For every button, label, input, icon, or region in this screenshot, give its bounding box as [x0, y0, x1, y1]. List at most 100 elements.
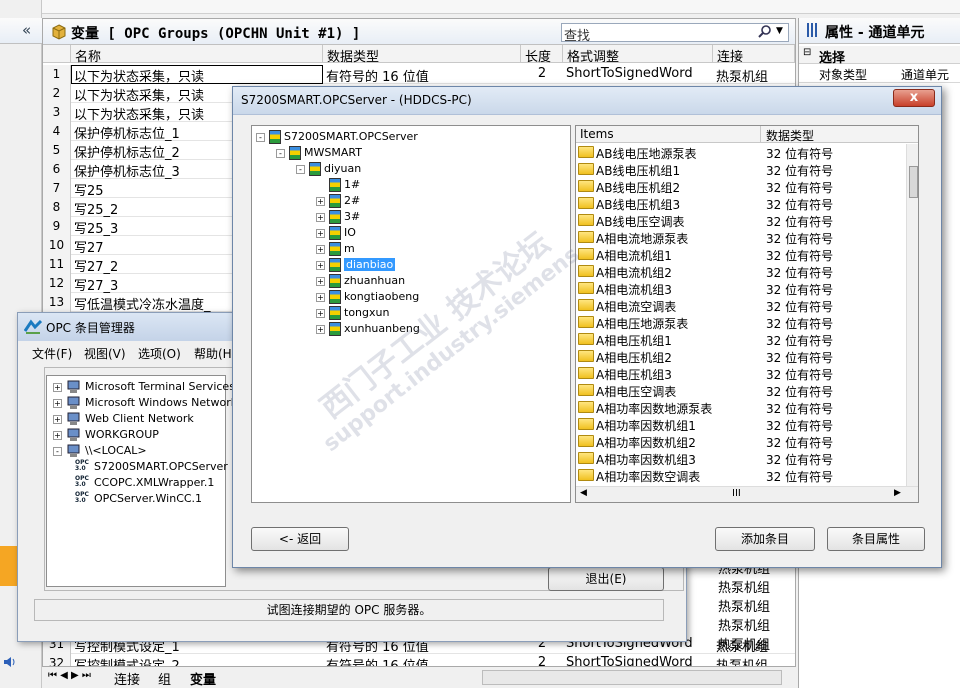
tree-node-label[interactable]: zhuanhuan: [344, 274, 405, 287]
connection-cell[interactable]: 热泵机组: [713, 65, 795, 84]
tree-node-label[interactable]: IO: [344, 226, 356, 239]
item-properties-button[interactable]: 条目属性: [827, 527, 925, 551]
item-name[interactable]: A相功率因数机组3: [596, 451, 696, 468]
item-row[interactable]: A相电流机组3 32 位有符号: [578, 280, 908, 297]
scroll-right-icon[interactable]: ▶: [894, 488, 901, 498]
tab-nav-arrows-icon[interactable]: ⏮ ◀ ▶ ⏭: [48, 670, 91, 681]
name-cell[interactable]: 以下为状态采集，只读: [71, 65, 323, 84]
tree-node[interactable]: + kongtiaobeng: [316, 290, 419, 304]
expand-icon[interactable]: +: [316, 260, 325, 270]
expand-icon[interactable]: +: [316, 292, 325, 302]
item-name[interactable]: A相功率因数机组2: [596, 434, 696, 451]
item-name[interactable]: AB线电压机组1: [596, 162, 680, 179]
tree-node-label[interactable]: MWSMART: [304, 146, 362, 159]
selected-nav-item[interactable]: [0, 546, 18, 586]
item-row[interactable]: A相电流空调表 32 位有符号: [578, 297, 908, 314]
tree-node-label[interactable]: S7200SMART.OPCServer: [284, 130, 418, 143]
item-row[interactable]: A相电流地源泵表 32 位有符号: [578, 229, 908, 246]
table-row[interactable]: 1 以下为状态采集，只读 有符号的 16 位值 2 ShortToSignedWord 热…: [43, 65, 795, 84]
search-dropdown-icon[interactable]: ▼: [776, 26, 783, 36]
scroll-grip[interactable]: III: [732, 488, 741, 499]
tree-node[interactable]: - S7200SMART.OPCServer: [256, 130, 418, 144]
header-connection[interactable]: 连接: [713, 45, 795, 63]
expand-icon[interactable]: +: [316, 308, 325, 318]
tree-node-label[interactable]: kongtiaobeng: [344, 290, 419, 303]
tab-group[interactable]: 组: [158, 669, 171, 688]
item-row[interactable]: A相功率因数地源泵表 32 位有符号: [578, 399, 908, 416]
tree-node[interactable]: + IO: [316, 226, 356, 240]
item-row[interactable]: A相电压机组3 32 位有符号: [578, 365, 908, 382]
expand-icon[interactable]: +: [316, 276, 325, 286]
tab-connection[interactable]: 连接: [114, 669, 140, 688]
format-cell[interactable]: ShortToSignedWord: [563, 65, 713, 84]
tree-node[interactable]: - MWSMART: [276, 146, 362, 160]
item-name[interactable]: A相电流机组1: [596, 247, 672, 264]
search-field[interactable]: 查找 ▼: [561, 23, 789, 44]
expand-icon[interactable]: +: [316, 212, 325, 222]
item-name[interactable]: A相功率因数空调表: [596, 468, 700, 485]
horizontal-scrollbar[interactable]: [482, 670, 782, 685]
header-format[interactable]: 格式调整: [563, 45, 713, 63]
item-name[interactable]: A相电压空调表: [596, 383, 676, 400]
tree-node[interactable]: +2#: [316, 194, 360, 208]
tree-node-label[interactable]: m: [344, 242, 355, 255]
item-row[interactable]: A相功率因数机组3 32 位有符号: [578, 450, 908, 467]
expand-icon[interactable]: +: [316, 196, 325, 206]
item-row[interactable]: AB线电压空调表 32 位有符号: [578, 212, 908, 229]
item-name[interactable]: A相电压机组1: [596, 332, 672, 349]
item-row[interactable]: A相电流机组1 32 位有符号: [578, 246, 908, 263]
collapse-icon[interactable]: «: [22, 21, 31, 39]
item-row[interactable]: A相电压地源泵表 32 位有符号: [578, 314, 908, 331]
tree-node[interactable]: + zhuanhuan: [316, 274, 405, 288]
datatype-column-header[interactable]: 数据类型: [766, 127, 814, 144]
speaker-icon[interactable]: [2, 655, 16, 669]
tree-node[interactable]: + m: [316, 242, 355, 256]
item-name[interactable]: A相电流机组2: [596, 264, 672, 281]
collapse-icon[interactable]: -: [276, 148, 285, 158]
collapse-icon[interactable]: -: [296, 164, 305, 174]
header-length[interactable]: 长度: [521, 45, 563, 63]
datatype-cell[interactable]: 有符号的 16 位值: [323, 65, 521, 84]
menu-view[interactable]: 视图(V): [84, 345, 126, 362]
item-row[interactable]: A相电压机组1 32 位有符号: [578, 331, 908, 348]
tree-node-label[interactable]: 1#: [344, 178, 360, 191]
item-name[interactable]: A相电流机组3: [596, 281, 672, 298]
item-name[interactable]: A相电压地源泵表: [596, 315, 688, 332]
header-name[interactable]: 名称: [71, 45, 323, 63]
tree-node[interactable]: + dianbiao: [316, 258, 396, 272]
collapse-icon[interactable]: -: [256, 132, 265, 142]
item-name[interactable]: A相电流空调表: [596, 298, 676, 315]
item-name[interactable]: A相电压机组2: [596, 349, 672, 366]
back-button[interactable]: <- 返回: [251, 527, 349, 551]
tree-node-label[interactable]: 3#: [344, 210, 360, 223]
scroll-left-icon[interactable]: ◀: [580, 488, 587, 498]
item-name[interactable]: AB线电压机组2: [596, 179, 680, 196]
expand-icon[interactable]: +: [316, 244, 325, 254]
close-icon[interactable]: x: [893, 89, 935, 107]
tree-node[interactable]: - diyuan: [296, 162, 361, 176]
item-name[interactable]: AB线电压机组3: [596, 196, 680, 213]
expand-icon[interactable]: +: [316, 324, 325, 334]
search-icon[interactable]: [758, 25, 772, 42]
item-name[interactable]: A相电压机组3: [596, 366, 672, 383]
connection-cell[interactable]: 热泵机组: [713, 635, 795, 654]
scroll-thumb[interactable]: [909, 166, 918, 198]
menu-options[interactable]: 选项(O): [138, 345, 181, 362]
tab-variable[interactable]: 变量: [190, 669, 216, 688]
tree-node[interactable]: +3#: [316, 210, 360, 224]
tree-node-label[interactable]: 2#: [344, 194, 360, 207]
menu-help[interactable]: 帮助(H): [194, 345, 236, 362]
length-cell[interactable]: 2: [521, 65, 563, 84]
tree-node-label[interactable]: diyuan: [324, 162, 361, 175]
item-name[interactable]: AB线电压地源泵表: [596, 145, 696, 162]
item-row[interactable]: A相电压空调表 32 位有符号: [578, 382, 908, 399]
horizontal-scrollbar[interactable]: ◀ III ▶: [576, 486, 918, 502]
collapse-section-icon[interactable]: ⊟: [803, 47, 811, 58]
property-value[interactable]: 通道单元: [901, 66, 949, 83]
add-item-button[interactable]: 添加条目: [715, 527, 815, 551]
tree-node-label[interactable]: tongxun: [344, 306, 389, 319]
item-row[interactable]: A相功率因数空调表 32 位有符号: [578, 467, 908, 484]
item-name[interactable]: A相功率因数地源泵表: [596, 400, 712, 417]
item-row[interactable]: AB线电压机组2 32 位有符号: [578, 178, 908, 195]
item-row[interactable]: AB线电压地源泵表 32 位有符号: [578, 144, 908, 161]
